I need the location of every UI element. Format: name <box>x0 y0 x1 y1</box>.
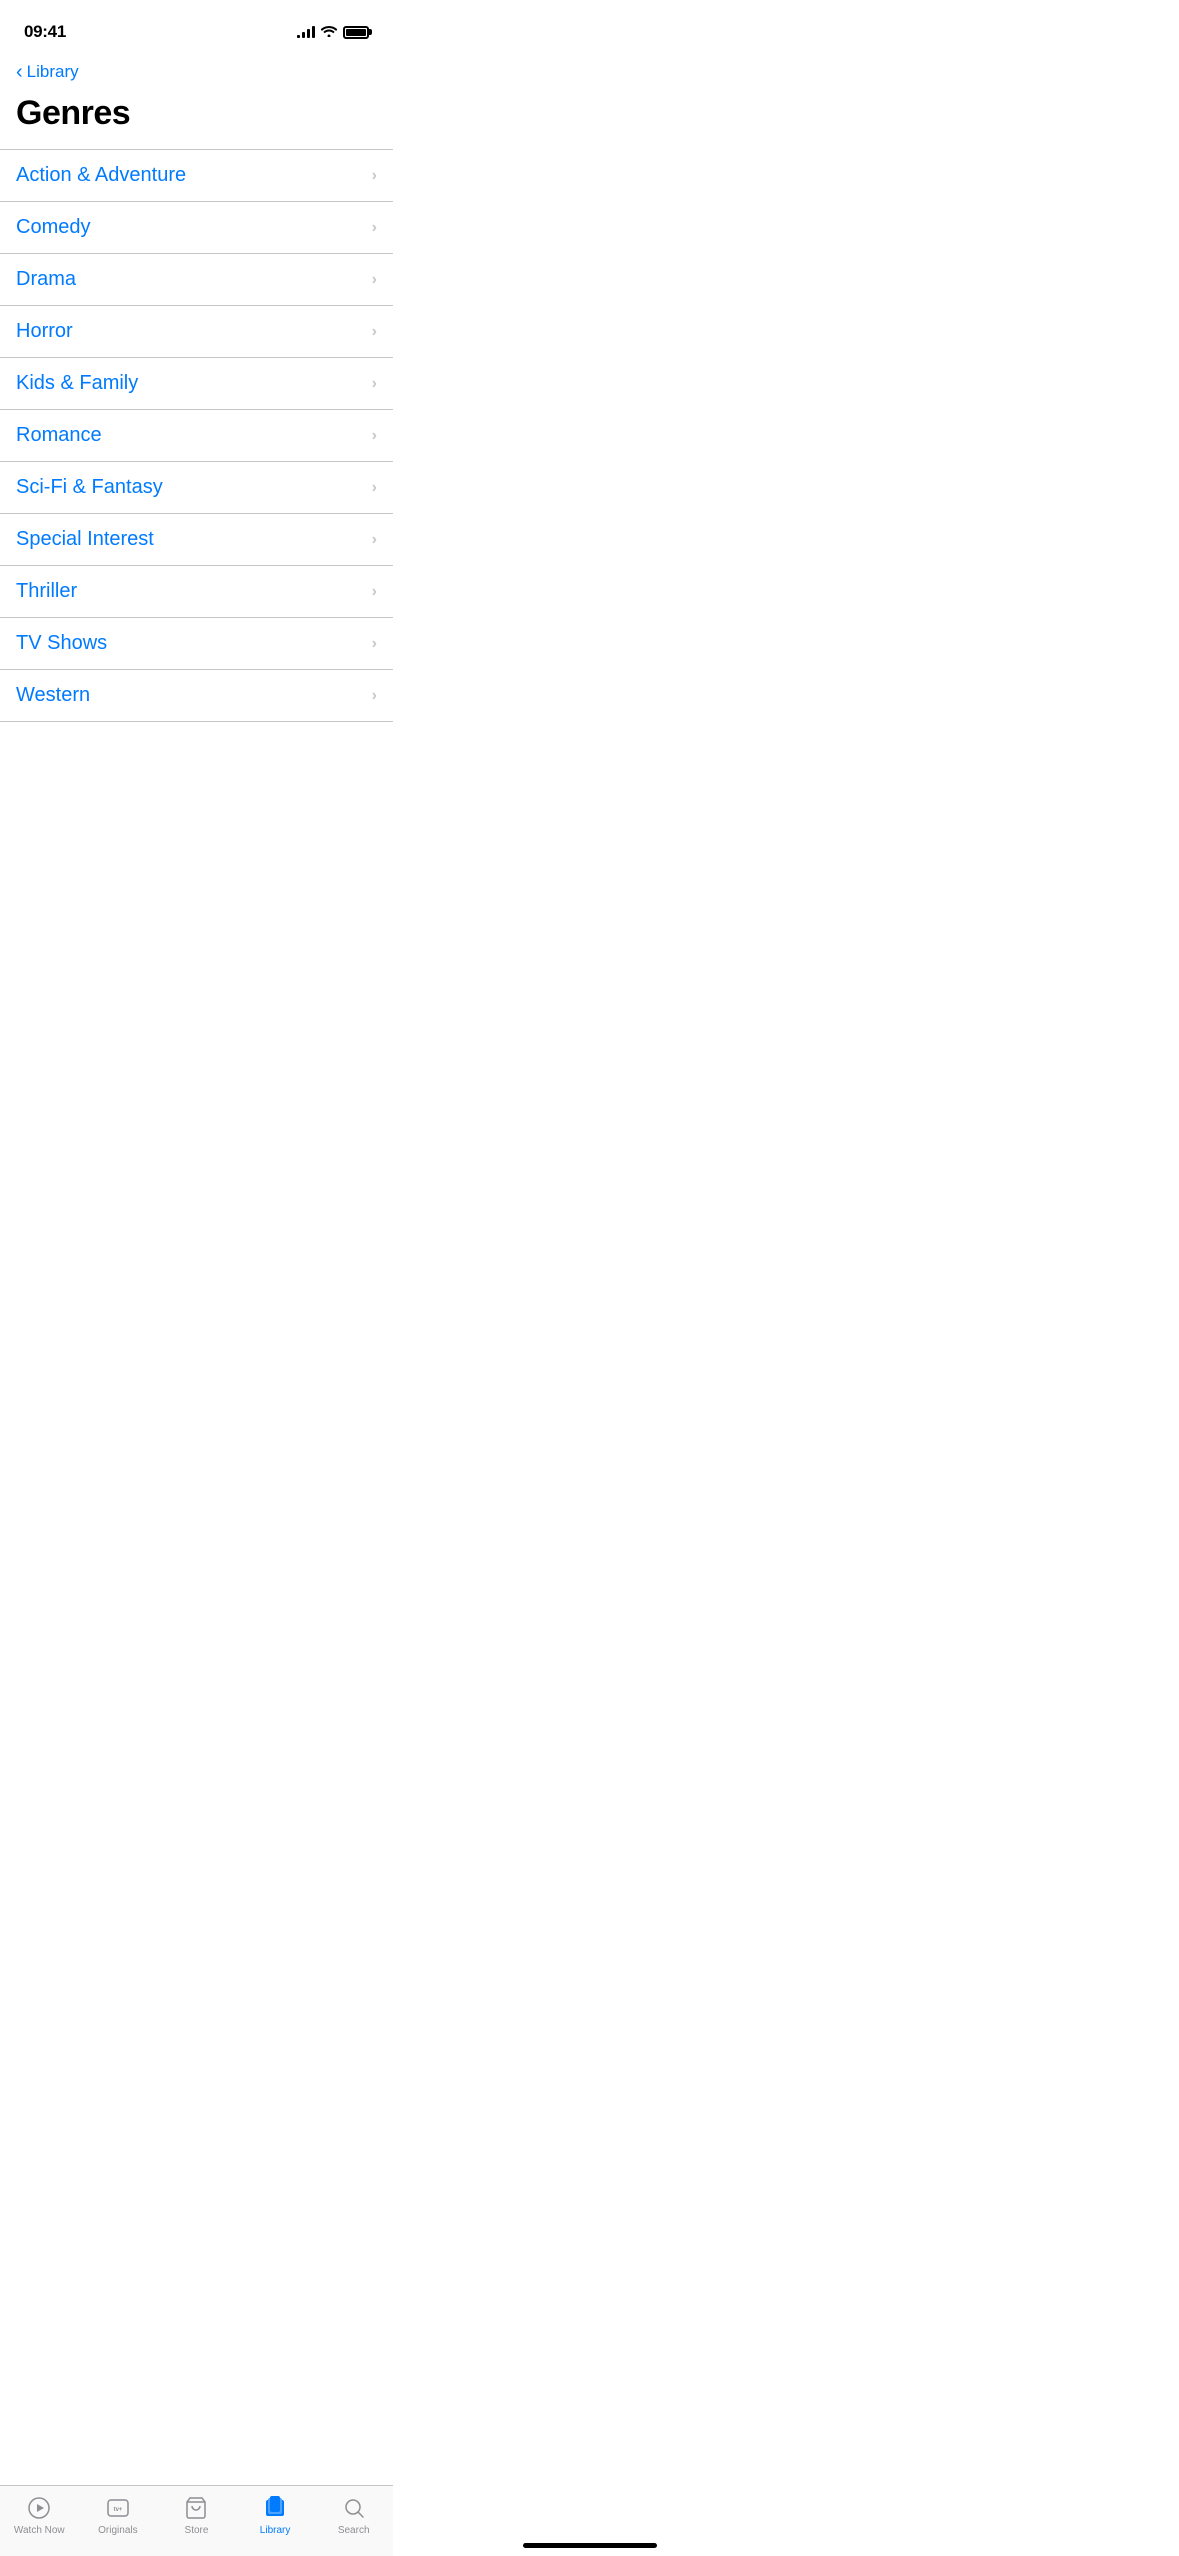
tab-item-store[interactable]: Store <box>166 2494 226 2536</box>
genre-item-drama[interactable]: Drama › <box>0 254 393 306</box>
back-chevron-icon: ‹ <box>16 62 23 82</box>
genre-item-thriller[interactable]: Thriller › <box>0 566 393 618</box>
chevron-right-icon: › <box>372 583 377 601</box>
tab-item-watch-now[interactable]: Watch Now <box>9 2494 69 2536</box>
chevron-right-icon: › <box>372 323 377 341</box>
tab-label-library: Library <box>260 2525 291 2536</box>
genre-item-special-interest[interactable]: Special Interest › <box>0 514 393 566</box>
chevron-right-icon: › <box>372 271 377 289</box>
genre-item-horror[interactable]: Horror › <box>0 306 393 358</box>
genre-item-western[interactable]: Western › <box>0 670 393 722</box>
tab-item-search[interactable]: Search <box>324 2494 384 2536</box>
chevron-right-icon: › <box>372 219 377 237</box>
genre-label-thriller: Thriller <box>16 580 77 603</box>
tab-icon-search <box>340 2494 368 2522</box>
chevron-right-icon: › <box>372 635 377 653</box>
genre-item-action-adventure[interactable]: Action & Adventure › <box>0 150 393 202</box>
wifi-icon <box>321 24 337 40</box>
genre-label-kids-family: Kids & Family <box>16 372 138 395</box>
tab-icon-watch-now <box>25 2494 53 2522</box>
genre-label-sci-fi-fantasy: Sci-Fi & Fantasy <box>16 476 163 499</box>
chevron-right-icon: › <box>372 427 377 445</box>
page-title-section: Genres <box>0 90 393 149</box>
genre-label-horror: Horror <box>16 320 73 343</box>
tab-item-originals[interactable]: tv+ Originals <box>88 2494 148 2536</box>
tab-bar: Watch Now tv+ Originals Store Library Se… <box>0 2485 393 2556</box>
genre-label-action-adventure: Action & Adventure <box>16 164 186 187</box>
genre-item-sci-fi-fantasy[interactable]: Sci-Fi & Fantasy › <box>0 462 393 514</box>
status-bar: 09:41 <box>0 0 393 50</box>
tab-label-originals: Originals <box>98 2525 137 2536</box>
genre-label-tv-shows: TV Shows <box>16 632 107 655</box>
battery-icon <box>343 26 369 39</box>
page-title: Genres <box>16 94 377 133</box>
status-time: 09:41 <box>24 22 66 42</box>
genre-item-comedy[interactable]: Comedy › <box>0 202 393 254</box>
chevron-right-icon: › <box>372 375 377 393</box>
tab-label-search: Search <box>338 2525 370 2536</box>
chevron-right-icon: › <box>372 479 377 497</box>
chevron-right-icon: › <box>372 531 377 549</box>
status-icons <box>297 24 369 40</box>
tab-icon-originals: tv+ <box>104 2494 132 2522</box>
back-label: Library <box>27 62 79 82</box>
genre-label-western: Western <box>16 684 90 707</box>
genre-item-tv-shows[interactable]: TV Shows › <box>0 618 393 670</box>
chevron-right-icon: › <box>372 687 377 705</box>
svg-text:tv+: tv+ <box>113 2507 122 2513</box>
genre-list: Action & Adventure › Comedy › Drama › Ho… <box>0 149 393 722</box>
genre-label-special-interest: Special Interest <box>16 528 154 551</box>
genre-label-drama: Drama <box>16 268 76 291</box>
genre-item-kids-family[interactable]: Kids & Family › <box>0 358 393 410</box>
genre-item-romance[interactable]: Romance › <box>0 410 393 462</box>
genre-label-romance: Romance <box>16 424 102 447</box>
chevron-right-icon: › <box>372 167 377 185</box>
back-navigation: ‹ Library <box>0 50 393 90</box>
home-indicator <box>523 2543 657 2548</box>
tab-label-watch-now: Watch Now <box>14 2525 65 2536</box>
tab-item-library[interactable]: Library <box>245 2494 305 2536</box>
genre-label-comedy: Comedy <box>16 216 90 239</box>
back-button[interactable]: ‹ Library <box>16 58 79 86</box>
tab-icon-library <box>261 2494 289 2522</box>
signal-bars-icon <box>297 26 315 38</box>
tab-label-store: Store <box>185 2525 209 2536</box>
tab-icon-store <box>182 2494 210 2522</box>
